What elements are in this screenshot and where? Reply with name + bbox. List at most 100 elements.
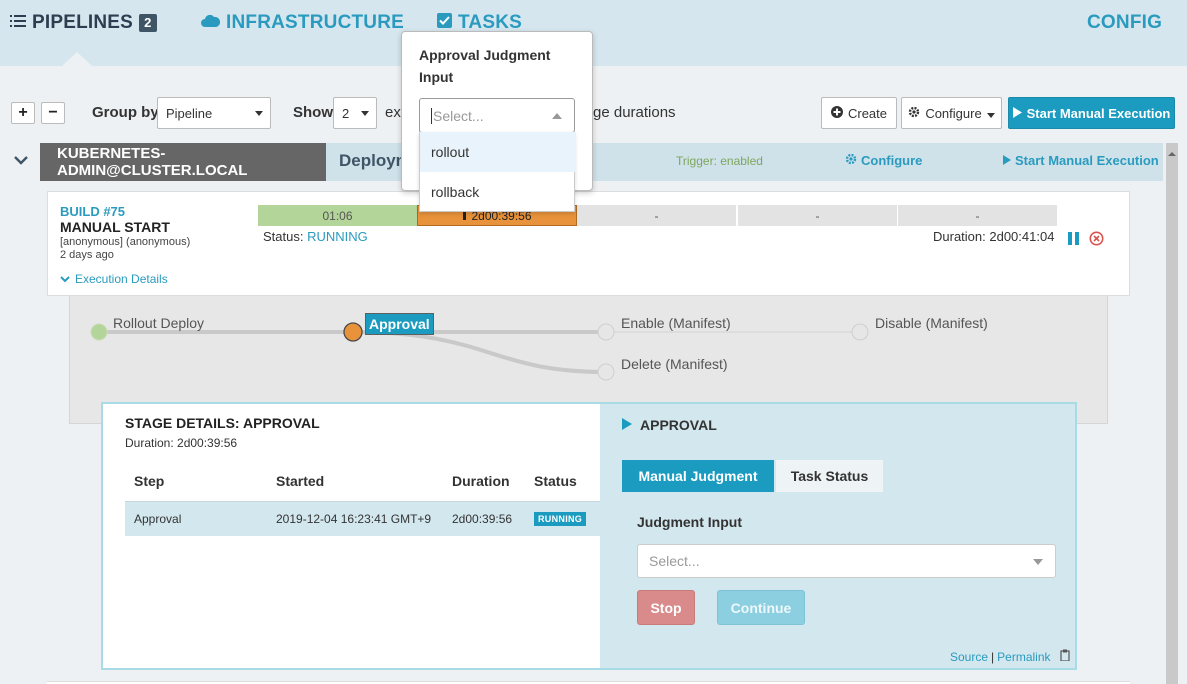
pause-icon[interactable] (1067, 232, 1081, 248)
gear-icon (908, 106, 920, 121)
continue-button[interactable]: Continue (717, 590, 805, 625)
triggered-by-user: [anonymous] (anonymous) (60, 236, 191, 248)
nav-infrastructure[interactable]: INFRASTRUCTURE (201, 12, 404, 34)
stop-button[interactable]: Stop (637, 590, 695, 625)
node-disable-dot[interactable] (851, 323, 869, 341)
approval-task-section: APPROVAL Manual Judgment Task Status Jud… (600, 404, 1075, 668)
stage-segment-delete[interactable]: - (738, 205, 897, 226)
caret-down-icon (986, 106, 995, 121)
node-approval-dot[interactable] (343, 322, 363, 342)
execution-details-label: Execution Details (75, 272, 168, 286)
trigger-status: Trigger: enabled (676, 154, 763, 168)
start-manual-execution-button[interactable]: Start Manual Execution (1008, 97, 1175, 129)
pipelines-count-badge: 2 (139, 14, 157, 32)
approval-heading: APPROVAL (622, 417, 717, 433)
gear-icon (845, 153, 857, 168)
page-scrollbar[interactable] (1166, 143, 1178, 684)
play-icon (1012, 106, 1022, 121)
pipeline-start-manual-link[interactable]: Start Manual Execution (1003, 153, 1159, 168)
source-permalink-links: Source | Permalink (950, 649, 1071, 664)
list-icon (10, 12, 26, 34)
group-by-select[interactable]: Pipeline (157, 97, 271, 129)
popover-judgment-select[interactable]: Select... (419, 98, 575, 133)
execution-card: BUILD #75 MANUAL START [anonymous] (anon… (47, 191, 1130, 296)
judgment-input-placeholder: Select... (649, 553, 700, 569)
build-number-link[interactable]: BUILD #75 (60, 204, 125, 219)
permalink-link[interactable]: Permalink (997, 650, 1050, 664)
column-header-status: Status (534, 473, 577, 489)
row-duration: 2d00:39:56 (452, 512, 513, 526)
chevron-down-icon (1033, 559, 1043, 565)
group-by-label: Group by (92, 104, 159, 121)
top-nav: PIPELINES 2 INFRASTRUCTURE TASKS CONFIG (0, 0, 1187, 66)
trigger-type: MANUAL START (60, 219, 170, 235)
option-rollback[interactable]: rollback (420, 172, 576, 212)
start-manual-execution-label: Start Manual Execution (1026, 105, 1171, 121)
chevron-down-icon (361, 111, 369, 116)
text-cursor (431, 107, 432, 124)
approval-heading-label: APPROVAL (640, 417, 717, 433)
stage-durations-label: ge durations (593, 104, 676, 121)
node-rollout-deploy-dot[interactable] (90, 323, 108, 341)
collapse-pipeline-chevron-icon[interactable] (14, 153, 28, 168)
pipeline-account-label: KUBERNETES-ADMIN@CLUSTER.LOCAL (40, 143, 326, 181)
expand-all-button[interactable]: + (11, 102, 35, 124)
nav-config-label: CONFIG (1087, 12, 1163, 33)
collapse-all-button[interactable]: − (41, 102, 65, 124)
execution-details-toggle[interactable]: Execution Details (60, 272, 168, 286)
column-header-step: Step (134, 473, 165, 489)
group-by-value: Pipeline (166, 105, 213, 121)
chevron-down-icon (255, 111, 263, 116)
plus-circle-icon (830, 105, 843, 121)
pipeline-configure-label: Configure (861, 153, 923, 168)
scroll-up-arrow-icon[interactable] (1166, 146, 1178, 161)
show-count-select[interactable]: 2 (333, 97, 377, 129)
clipboard-icon[interactable] (1059, 649, 1071, 664)
stage-details-title: STAGE DETAILS: APPROVAL (125, 415, 320, 431)
configure-dropdown-button[interactable]: Configure (901, 97, 1002, 129)
node-rollout-deploy-label[interactable]: Rollout Deploy (113, 315, 204, 331)
nav-config[interactable]: CONFIG (1087, 12, 1162, 34)
stage-segment-disable[interactable]: - (898, 205, 1057, 226)
pipeline-header: KUBERNETES-ADMIN@CLUSTER.LOCAL Deploym T… (40, 143, 1163, 181)
node-delete-label[interactable]: Delete (Manifest) (621, 356, 728, 372)
node-enable-dot[interactable] (597, 323, 615, 341)
pipeline-configure-link[interactable]: Configure (845, 153, 922, 168)
execution-status: Status: RUNNING (263, 229, 368, 244)
link-separator: | (991, 649, 995, 664)
nav-pipelines-label: PIPELINES (32, 12, 134, 33)
row-step: Approval (134, 512, 182, 526)
stage-segment-rollout[interactable]: 01:06 (258, 205, 417, 226)
nav-pipelines[interactable]: PIPELINES 2 (10, 12, 157, 34)
stage-segment-enable[interactable]: - (577, 205, 736, 226)
cloud-icon (201, 12, 221, 34)
caret-right-icon (622, 417, 632, 433)
node-delete-dot[interactable] (597, 363, 615, 381)
status-label: Status: (263, 229, 304, 244)
stage-details-panel: STAGE DETAILS: APPROVAL Duration: 2d00:3… (101, 402, 1077, 670)
status-badge: RUNNING (534, 512, 587, 526)
show-count-value: 2 (342, 105, 350, 121)
column-header-started: Started (276, 473, 325, 489)
create-button[interactable]: Create (821, 97, 897, 129)
tab-manual-judgment[interactable]: Manual Judgment (622, 460, 774, 492)
play-icon (1003, 153, 1011, 168)
source-link[interactable]: Source (950, 650, 988, 664)
create-label: Create (847, 105, 888, 121)
row-started: 2019-12-04 16:23:41 GMT+9 (276, 512, 432, 526)
chevron-up-icon (552, 113, 562, 119)
judgment-input-label: Judgment Input (637, 514, 742, 530)
node-disable-label[interactable]: Disable (Manifest) (875, 315, 988, 331)
tab-task-status[interactable]: Task Status (776, 460, 883, 492)
node-approval-label[interactable]: Approval (365, 313, 434, 335)
node-enable-label[interactable]: Enable (Manifest) (621, 315, 731, 331)
nav-infrastructure-label: INFRASTRUCTURE (226, 12, 405, 33)
popover-options-menu: rollout rollback (419, 132, 576, 212)
cancel-circle-icon[interactable] (1089, 231, 1104, 249)
active-nav-caret (62, 52, 92, 66)
pipeline-start-manual-label: Start Manual Execution (1015, 153, 1159, 168)
column-header-duration: Duration (452, 473, 510, 489)
option-rollout[interactable]: rollout (420, 132, 576, 172)
judgment-input-select[interactable]: Select... (637, 544, 1056, 578)
show-label: Show (293, 104, 333, 121)
